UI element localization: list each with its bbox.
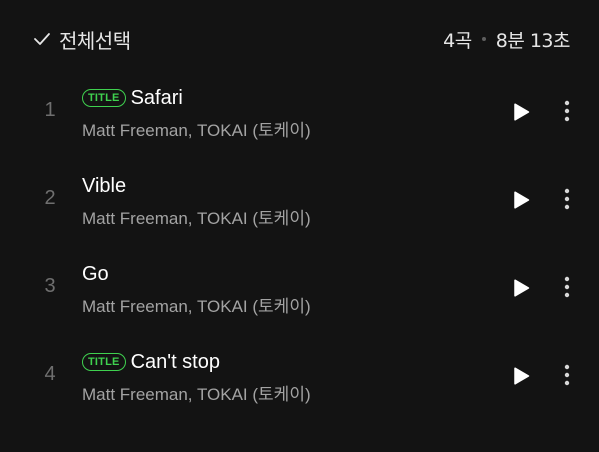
- track-row[interactable]: 3 Go Matt Freeman, TOKAI (토케이): [0, 242, 599, 330]
- track-artist[interactable]: Matt Freeman, TOKAI (토케이): [82, 380, 311, 405]
- more-options-button[interactable]: [555, 272, 579, 302]
- separator-dot: [481, 37, 486, 41]
- play-button[interactable]: [507, 186, 535, 214]
- play-icon: [514, 367, 530, 385]
- track-row[interactable]: 2 Vible Matt Freeman, TOKAI (토케이): [0, 154, 599, 242]
- select-all-button[interactable]: 전체선택: [32, 26, 131, 53]
- check-icon: [32, 29, 52, 49]
- track-number: 4: [44, 363, 56, 385]
- play-button[interactable]: [507, 274, 535, 302]
- track-number: 1: [44, 99, 56, 121]
- track-title-line: Go: [82, 260, 109, 288]
- more-vertical-icon: [564, 276, 570, 298]
- total-duration: 8분 13초: [495, 29, 571, 52]
- track-title-line: TITLE Can't stop: [82, 348, 220, 376]
- more-options-button[interactable]: [555, 360, 579, 390]
- track-title: Can't stop: [130, 350, 220, 373]
- more-options-button[interactable]: [555, 96, 579, 126]
- track-artist[interactable]: Matt Freeman, TOKAI (토케이): [82, 204, 311, 229]
- track-title: Go: [82, 262, 109, 285]
- track-row[interactable]: 1 TITLE Safari Matt Freeman, TOKAI (토케이): [0, 66, 599, 154]
- track-artist[interactable]: Matt Freeman, TOKAI (토케이): [82, 116, 311, 141]
- track-title-line: TITLE Safari: [82, 84, 183, 112]
- play-icon: [514, 103, 530, 121]
- playlist-summary: 4곡 8분 13초: [443, 26, 570, 52]
- track-title: Vible: [82, 174, 127, 197]
- more-vertical-icon: [564, 364, 570, 386]
- track-number: 3: [44, 275, 56, 297]
- track-title: Safari: [130, 86, 183, 109]
- play-button[interactable]: [507, 362, 535, 390]
- more-options-button[interactable]: [555, 184, 579, 214]
- title-badge: TITLE: [82, 89, 126, 107]
- play-icon: [514, 191, 530, 209]
- more-vertical-icon: [564, 100, 570, 122]
- select-all-label: 전체선택: [59, 28, 131, 53]
- track-number: 2: [44, 187, 56, 209]
- title-badge: TITLE: [82, 353, 126, 371]
- track-row[interactable]: 4 TITLE Can't stop Matt Freeman, TOKAI (…: [0, 330, 599, 418]
- track-title-line: Vible: [82, 172, 126, 200]
- play-icon: [514, 279, 530, 297]
- track-artist[interactable]: Matt Freeman, TOKAI (토케이): [82, 292, 311, 317]
- track-list: 1 TITLE Safari Matt Freeman, TOKAI (토케이)…: [0, 66, 599, 418]
- more-vertical-icon: [564, 188, 570, 210]
- play-button[interactable]: [507, 98, 535, 126]
- track-count: 4곡: [443, 29, 472, 52]
